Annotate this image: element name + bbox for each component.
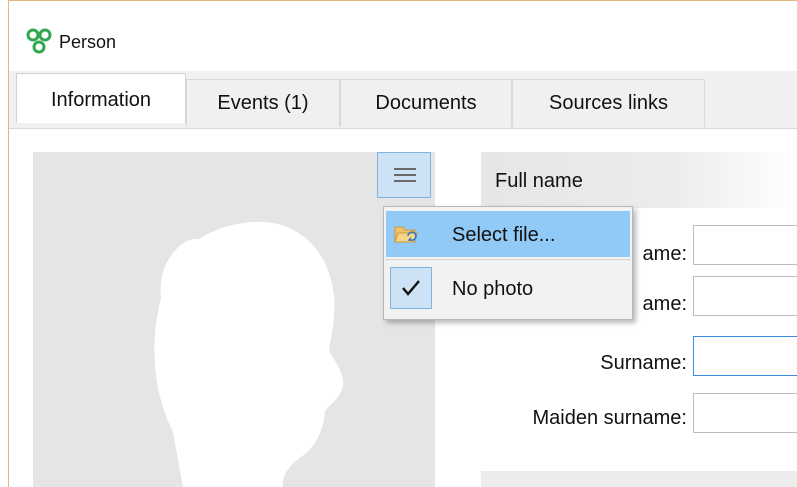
next-section-header	[481, 471, 797, 487]
full-name-section-header: Full name	[481, 152, 797, 208]
window-title: Person	[59, 32, 117, 52]
tab-information[interactable]: Information	[16, 73, 186, 123]
maiden-surname-label: Maiden surname:	[532, 407, 687, 429]
surname-field[interactable]	[693, 336, 797, 376]
surname-label: Surname:	[600, 352, 687, 374]
person-window: Person Information Events (1) Documents …	[8, 0, 797, 487]
photo-menu-button[interactable]	[377, 152, 431, 198]
checkmark-icon	[402, 280, 420, 296]
checkmark-box	[390, 267, 432, 309]
menu-item-label: No photo	[452, 278, 534, 300]
title-bar[interactable]: Person	[9, 1, 797, 71]
folder-open-icon	[394, 226, 418, 243]
maiden-surname-field[interactable]	[693, 393, 797, 433]
tab-documents[interactable]: Documents	[340, 79, 512, 127]
section-title: Full name	[495, 170, 583, 192]
photo-context-menu: Select file... No photo	[383, 206, 633, 320]
female-silhouette-icon	[154, 221, 344, 487]
menu-separator	[386, 259, 630, 260]
app-logo-icon	[26, 28, 52, 54]
tab-events[interactable]: Events (1)	[186, 79, 340, 127]
menu-item-label: Select file...	[452, 224, 556, 246]
first-name-field[interactable]	[693, 225, 797, 265]
photo-area[interactable]	[33, 152, 435, 487]
tab-sources-links[interactable]: Sources links	[512, 79, 705, 127]
menu-item-select-file[interactable]: Select file...	[386, 211, 630, 257]
middle-name-field[interactable]	[693, 276, 797, 316]
tab-bar: Information Events (1) Documents Sources…	[9, 71, 797, 129]
menu-item-no-photo[interactable]: No photo	[386, 265, 630, 311]
